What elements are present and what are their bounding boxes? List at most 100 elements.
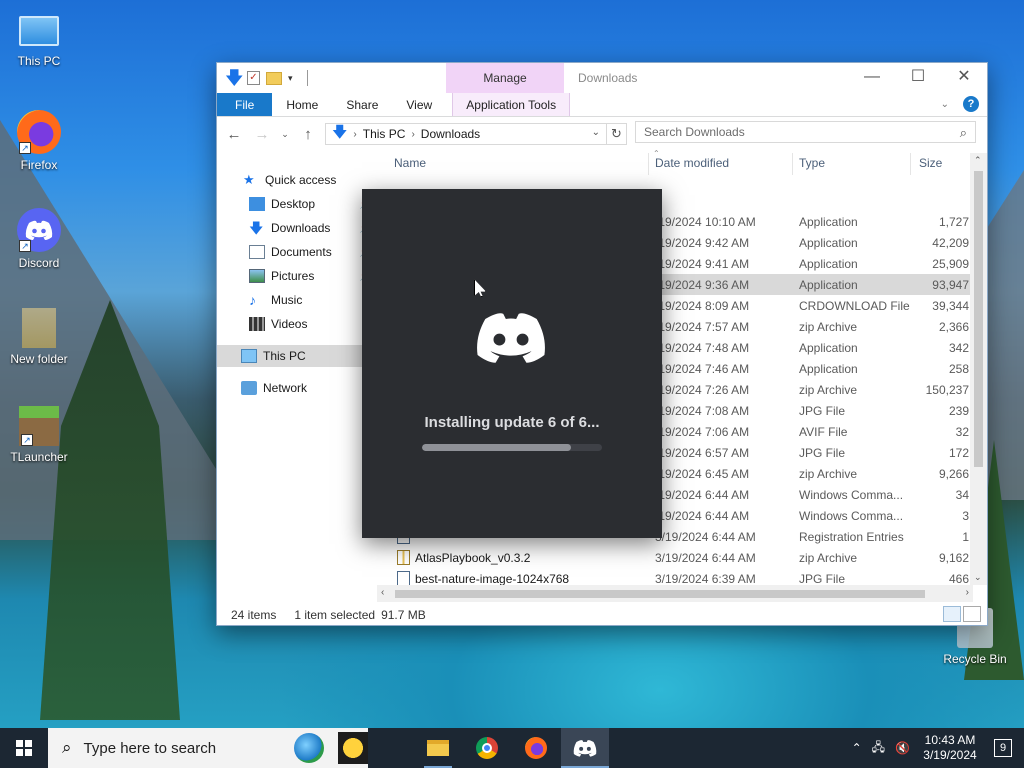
taskbar-firefox[interactable] — [512, 728, 560, 768]
firefox-icon: ↗ — [17, 110, 61, 154]
nav-network[interactable]: Network — [217, 377, 369, 399]
computer-icon — [19, 16, 59, 46]
expand-ribbon-chevron-icon[interactable]: ⌄ — [941, 99, 949, 110]
column-header-size[interactable]: Size — [919, 156, 942, 170]
download-arrow-icon: 🡇 — [332, 123, 348, 141]
details-view-icon[interactable] — [943, 606, 961, 622]
desktop-icon-firefox[interactable]: ↗ Firefox — [0, 110, 78, 172]
help-icon[interactable]: ? — [963, 96, 979, 112]
zip-file-icon — [397, 550, 410, 565]
breadcrumb-chevron-icon[interactable]: › — [411, 129, 414, 140]
column-headers: ⌃ Name Date modified Type Size — [377, 149, 973, 175]
breadcrumb-chevron-icon[interactable]: › — [353, 129, 356, 140]
maximize-button[interactable]: ☐ — [895, 63, 941, 93]
close-button[interactable]: ✕ — [941, 63, 987, 93]
back-button[interactable]: ← — [223, 126, 245, 143]
scroll-right-chevron-icon[interactable]: › — [966, 587, 969, 598]
selection-size: 91.7 MB — [381, 608, 426, 622]
nav-videos[interactable]: Videos — [217, 313, 369, 335]
nav-label: Quick access — [265, 173, 337, 187]
properties-icon[interactable]: ✓ — [247, 71, 260, 85]
scrollbar-thumb[interactable] — [395, 590, 925, 598]
item-count: 24 items — [231, 608, 277, 622]
tab-view[interactable]: View — [392, 93, 446, 116]
nav-label: Music — [271, 293, 303, 307]
horizontal-scrollbar[interactable]: ‹ › — [377, 585, 973, 602]
tab-file[interactable]: File — [217, 93, 273, 116]
search-icon: ⌕ — [62, 738, 72, 757]
vertical-scrollbar[interactable]: ⌃ ⌄ — [970, 153, 987, 585]
notification-count: 9 — [999, 742, 1007, 754]
show-hidden-icons-chevron-icon[interactable]: ⌃ — [852, 741, 862, 755]
desktop-icon-this-pc[interactable]: This PC — [0, 10, 78, 68]
clock[interactable]: 10:43 AM 3/19/2024 — [920, 733, 980, 763]
nav-label: Pictures — [271, 269, 315, 283]
network-icon[interactable]: 🖧 — [872, 738, 885, 759]
pictures-icon — [249, 269, 265, 283]
desktop-icon-label: Recycle Bin — [943, 652, 1007, 666]
search-highlight-sun-icon — [338, 732, 368, 764]
tlauncher-icon: ↗ — [19, 406, 59, 446]
scroll-down-chevron-icon[interactable]: ⌄ — [974, 572, 982, 583]
window-title: Downloads — [578, 71, 638, 85]
nav-documents[interactable]: Documents 📌 — [217, 241, 371, 263]
scroll-left-chevron-icon[interactable]: ‹ — [381, 587, 384, 598]
desktop-icon-new-folder[interactable]: New folder — [0, 308, 78, 366]
search-input[interactable]: Search Downloads ⌕ — [635, 121, 976, 143]
column-divider[interactable] — [792, 153, 793, 175]
minimize-button[interactable]: — — [849, 63, 895, 93]
desktop-icon-label: Firefox — [20, 158, 58, 172]
column-header-date[interactable]: Date modified — [655, 156, 729, 170]
column-header-name[interactable]: Name — [394, 156, 426, 170]
nav-pictures[interactable]: Pictures 📌 — [217, 265, 371, 287]
recent-locations-chevron-icon[interactable]: ⌄ — [279, 129, 291, 140]
nav-music[interactable]: ♪ Music — [217, 289, 369, 311]
discord-icon — [573, 740, 597, 757]
tab-application-tools[interactable]: Application Tools — [452, 93, 571, 116]
taskbar-discord[interactable] — [561, 728, 609, 768]
discord-icon: ↗ — [17, 208, 61, 252]
refresh-button[interactable]: ↻ — [607, 123, 627, 145]
large-icons-view-icon[interactable] — [963, 606, 981, 622]
new-folder-icon[interactable] — [266, 71, 282, 85]
up-button[interactable]: ↑ — [297, 126, 319, 143]
scroll-up-chevron-icon[interactable]: ⌃ — [974, 155, 982, 166]
download-arrow-icon: 🡇 — [249, 220, 264, 236]
navigation-pane: ★ Quick access Desktop 📌 🡇 Downloads 📌 D… — [217, 153, 371, 591]
column-divider[interactable] — [648, 153, 649, 175]
breadcrumb-downloads[interactable]: Downloads — [421, 127, 480, 141]
breadcrumb-this-pc[interactable]: This PC — [363, 127, 406, 141]
star-icon: ★ — [243, 172, 255, 187]
address-bar[interactable]: 🡇 › This PC › Downloads ⌄ — [325, 123, 607, 145]
scrollbar-thumb[interactable] — [974, 171, 983, 467]
desktop-icon-label: Discord — [18, 256, 60, 270]
selection-status: 1 item selected — [294, 608, 376, 622]
start-button[interactable] — [0, 728, 48, 768]
videos-icon — [249, 317, 265, 331]
notifications-button[interactable]: 9 — [994, 739, 1012, 757]
nav-label: This PC — [263, 349, 306, 363]
table-row[interactable]: AtlasPlaybook_v0.3.2 3/19/2024 6:44 AM zip… — [377, 547, 973, 568]
ribbon-controls: ⌄ ? — [941, 96, 979, 112]
nav-this-pc[interactable]: This PC — [217, 345, 369, 367]
column-header-type[interactable]: Type — [799, 156, 825, 170]
tab-home[interactable]: Home — [272, 93, 332, 116]
tab-manage[interactable]: Manage — [446, 63, 564, 93]
nav-quick-access[interactable]: ★ Quick access — [217, 169, 369, 191]
folder-icon — [22, 308, 56, 348]
shortcut-arrow-icon: ↗ — [19, 240, 31, 252]
forward-button[interactable]: → — [251, 126, 273, 143]
address-dropdown-chevron-icon[interactable]: ⌄ — [592, 127, 600, 138]
nav-desktop[interactable]: Desktop 📌 — [217, 193, 371, 215]
column-divider[interactable] — [910, 153, 911, 175]
desktop-icon-discord[interactable]: ↗ Discord — [0, 208, 78, 270]
customize-toolbar-chevron-icon[interactable]: ▾ — [288, 73, 293, 84]
taskbar-search-box[interactable]: ⌕ Type here to search — [48, 728, 368, 768]
nav-downloads[interactable]: 🡇 Downloads 📌 — [217, 217, 371, 239]
desktop-icon-tlauncher[interactable]: ↗ TLauncher — [0, 406, 78, 464]
tab-share[interactable]: Share — [332, 93, 392, 116]
volume-muted-icon[interactable]: 🔇 — [895, 741, 910, 755]
discord-updater-window: Installing update 6 of 6... — [362, 189, 662, 538]
taskbar-chrome[interactable] — [463, 728, 511, 768]
taskbar-file-explorer[interactable] — [414, 728, 462, 768]
